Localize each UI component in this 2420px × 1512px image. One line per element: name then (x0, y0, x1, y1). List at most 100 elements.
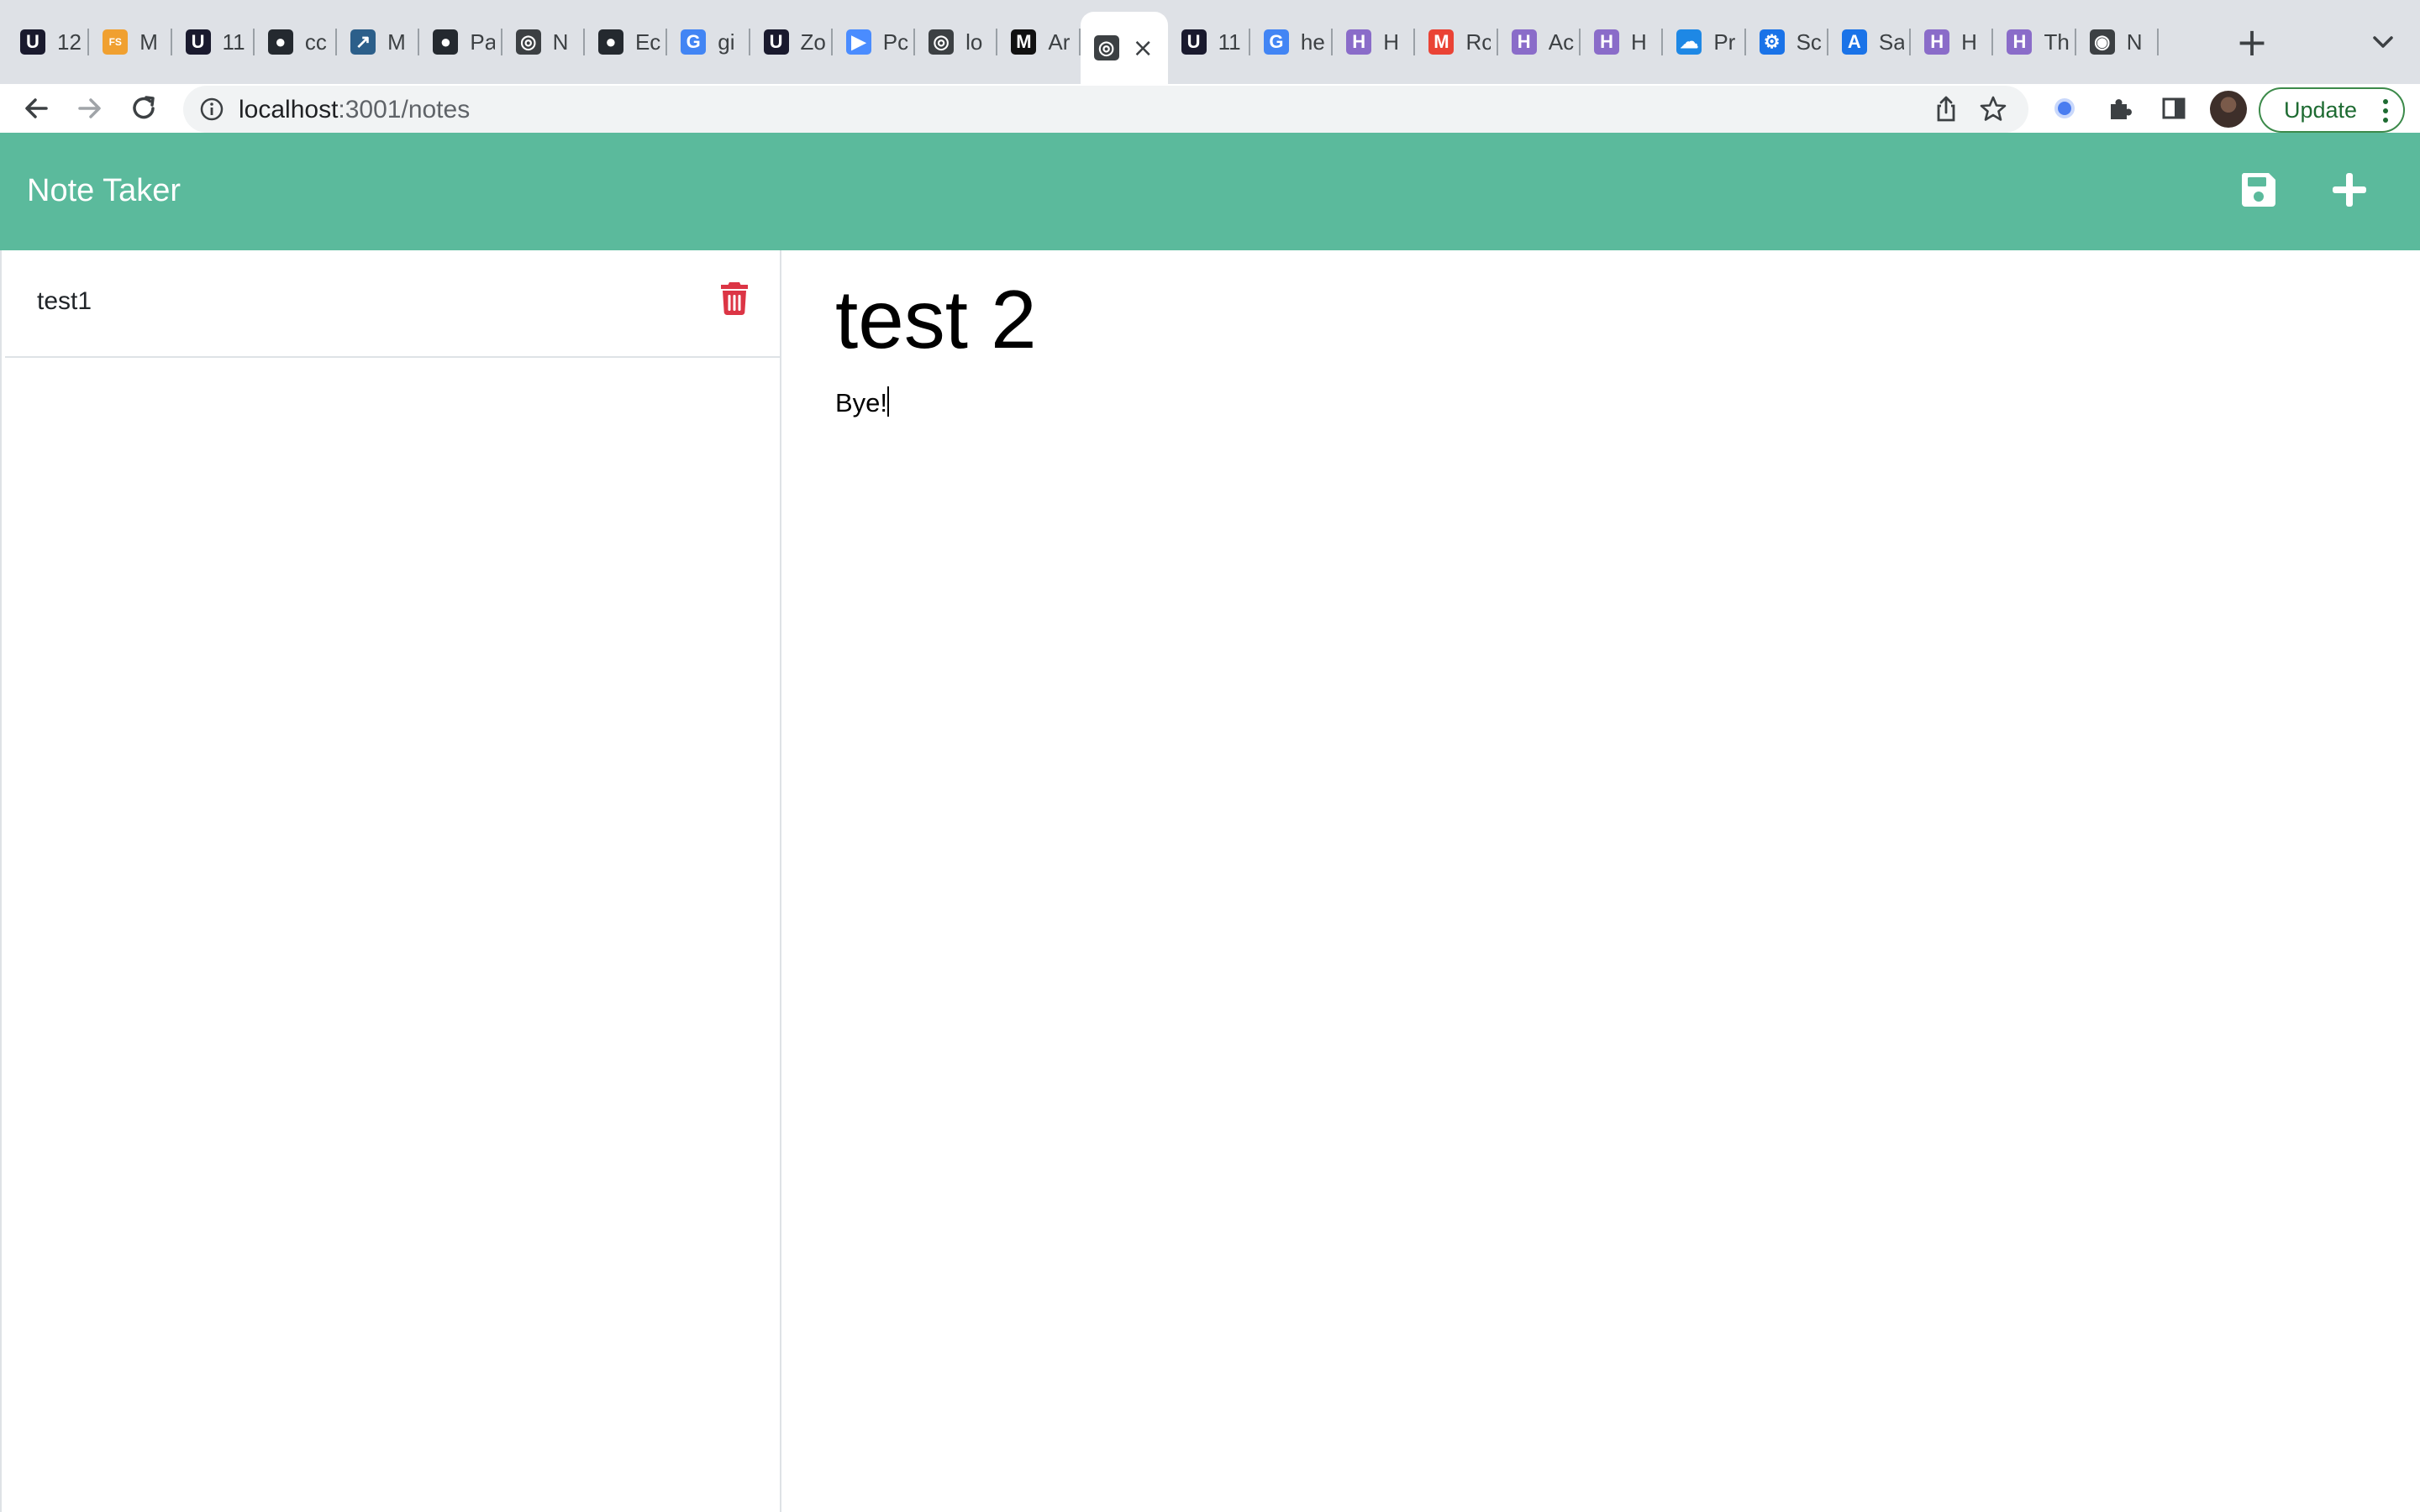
browser-tab[interactable]: ◎ × (1080, 12, 1168, 84)
browser-toolbar: localhost:3001/notes Update (0, 84, 2420, 133)
browser-tab[interactable]: U 12 (7, 15, 90, 69)
reload-button[interactable] (123, 87, 165, 129)
profile-avatar[interactable] (2210, 91, 2247, 128)
brand-title[interactable]: Note Taker (27, 173, 181, 209)
browser-tab-title: Sa (1878, 29, 1904, 55)
browser-tab-title: Sc (1796, 29, 1822, 55)
note-text-value: Bye! (835, 388, 888, 417)
bookmark-star-icon[interactable] (1978, 94, 2008, 124)
browser-tab-title: N (2126, 29, 2143, 55)
note-title-input[interactable]: test 2 (835, 272, 1037, 367)
u-logo-icon: U (185, 29, 211, 55)
delete-note-button[interactable] (719, 281, 750, 316)
browser-tab-title: gi (718, 29, 735, 55)
browser-tab-title: N (552, 29, 569, 55)
browser-tab-title: M (387, 29, 406, 55)
note-list-item[interactable]: test1 (5, 250, 780, 358)
browser-tab[interactable]: M Ar (997, 15, 1081, 69)
back-arrow-icon (25, 98, 48, 118)
browser-tab[interactable]: ◎ lo (915, 15, 998, 69)
h-logo-icon: H (1924, 29, 1950, 55)
chrome-icon: ◉ (2089, 29, 2115, 55)
browser-tab[interactable]: A Sa (1828, 15, 1912, 69)
note-editor: test 2 Bye! (783, 250, 2420, 1512)
browser-tab-title: Th (2044, 29, 2070, 55)
forward-button[interactable] (69, 87, 111, 129)
browser-tab[interactable]: HH (1333, 15, 1416, 69)
browser-tab[interactable]: HH (1911, 15, 1994, 69)
browser-tab[interactable]: ● Pa (419, 15, 502, 69)
browser-tab[interactable]: ● Ec (585, 15, 668, 69)
browser-tab[interactable]: U 11 (172, 15, 255, 69)
browser-tab[interactable]: ● cc (255, 15, 338, 69)
browser-tab-title: Ac (1548, 29, 1574, 55)
note-text-area[interactable]: Bye! (835, 386, 890, 418)
save-icon (2241, 173, 2275, 207)
reload-icon (133, 96, 155, 119)
globe-icon: ◎ (1093, 35, 1119, 60)
zoom-icon: ▶ (845, 29, 871, 55)
site-info-icon[interactable] (198, 96, 225, 123)
save-note-button[interactable] (2237, 168, 2281, 212)
browser-tab[interactable]: Ggi (667, 15, 750, 69)
plus-icon (2333, 173, 2366, 207)
browser-tab[interactable]: H Ac (1498, 15, 1581, 69)
browser-tab[interactable]: M Rc (1415, 15, 1498, 69)
share-icon[interactable] (1931, 94, 1961, 124)
extensions-puzzle-icon[interactable] (2104, 92, 2136, 124)
browser-tab[interactable]: ▶ Pc (833, 15, 916, 69)
browser-tab-title: Pc (882, 29, 908, 55)
browser-tab[interactable]: Ghe (1250, 15, 1334, 69)
github-icon: ● (267, 29, 293, 55)
browser-tab[interactable]: HH (1581, 15, 1664, 69)
more-menu-icon (2383, 99, 2388, 123)
app-store-icon: A (1841, 29, 1867, 55)
note-list-item-title[interactable]: test1 (37, 287, 92, 316)
browser-tab-title: H (1961, 29, 1977, 55)
google-icon: G (681, 29, 707, 55)
back-button[interactable] (15, 87, 57, 129)
browser-tab[interactable]: ◉ N (2076, 15, 2159, 69)
browser-tab-title: M (139, 29, 158, 55)
browser-tab[interactable]: ⚙ Sc (1746, 15, 1828, 69)
note-list-panel: test1 (0, 250, 781, 1512)
h-logo-icon: H (1511, 29, 1537, 55)
tab-separator (2156, 29, 2159, 55)
browser-tab[interactable]: U 11 (1168, 15, 1250, 69)
gmail-icon: M (1428, 29, 1455, 55)
browser-tab-title: Pr (1713, 29, 1736, 55)
browser-tab[interactable]: H Th (1993, 15, 2076, 69)
close-tab-icon[interactable]: × (1133, 34, 1154, 63)
browser-tab-title: 11 (222, 29, 245, 55)
h-logo-icon: H (2007, 29, 2033, 55)
browser-tab[interactable]: U Zo (750, 15, 833, 69)
h-logo-icon: H (1594, 29, 1620, 55)
address-bar[interactable]: localhost:3001/notes (183, 86, 2028, 133)
gear-icon: ⚙ (1759, 29, 1785, 55)
new-note-button[interactable] (2328, 168, 2371, 212)
side-panel-icon[interactable] (2158, 92, 2190, 124)
browser-tab[interactable]: FS M (89, 15, 172, 69)
browser-tab-title: H (1631, 29, 1647, 55)
new-tab-button[interactable]: + (2235, 22, 2269, 62)
app-navbar: Note Taker (0, 133, 2420, 250)
github-icon: ● (597, 29, 623, 55)
tab-search-chevron-icon[interactable] (2366, 25, 2400, 59)
u-logo-icon: U (1181, 29, 1207, 55)
bookmark-tab-icon: ↗ (350, 29, 376, 55)
extension-dot-icon[interactable] (2049, 92, 2081, 124)
browser-tab-title: 12 (57, 29, 82, 55)
forward-arrow-icon (78, 98, 101, 118)
address-url[interactable]: localhost:3001/notes (239, 96, 470, 124)
browser-tab-strip: U 12 FS M U 11 ● cc ↗ M ● Pa ◎ N ● Ec Ggi U Zo ▶ Pc ◎ lo M Ar ◎ × U… (0, 0, 2420, 84)
browser-tab[interactable]: ◎ N (502, 15, 585, 69)
trash-icon (721, 282, 748, 316)
browser-tab[interactable]: ↗ M (337, 15, 420, 69)
update-button[interactable]: Update (2259, 87, 2405, 133)
browser-tab-title: Ar (1048, 29, 1071, 55)
browser-tab[interactable]: ☁ Pr (1663, 15, 1746, 69)
browser-tab-title: Ec (634, 29, 660, 55)
browser-tab-title: 11 (1218, 29, 1241, 55)
browser-tab-title: Pa (470, 29, 496, 55)
m-logo-icon: M (1011, 29, 1037, 55)
